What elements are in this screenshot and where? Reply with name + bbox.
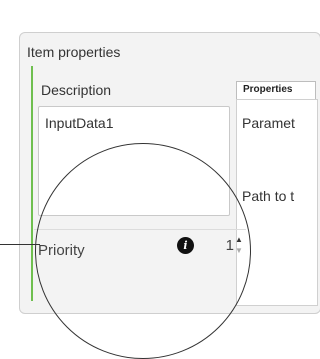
- section-accent-line: [31, 66, 33, 301]
- description-label: Description: [41, 82, 112, 98]
- path-label: Path to t: [242, 188, 295, 204]
- priority-spinner[interactable]: ▲ ▼: [234, 235, 244, 257]
- description-value: InputData1: [45, 115, 114, 131]
- priority-number-input[interactable]: 1: [213, 236, 234, 256]
- spin-down-icon[interactable]: ▼: [234, 246, 244, 256]
- callout-line: [0, 244, 40, 245]
- tab-properties[interactable]: Properties: [236, 81, 316, 99]
- info-icon[interactable]: i: [177, 237, 194, 254]
- priority-label: Priority: [38, 242, 85, 259]
- panel-title: Item properties: [27, 44, 121, 60]
- info-icon-glyph: i: [183, 239, 188, 252]
- parameter-label: Paramet: [242, 115, 295, 131]
- priority-divider: [34, 229, 246, 230]
- spin-up-icon[interactable]: ▲: [234, 235, 244, 245]
